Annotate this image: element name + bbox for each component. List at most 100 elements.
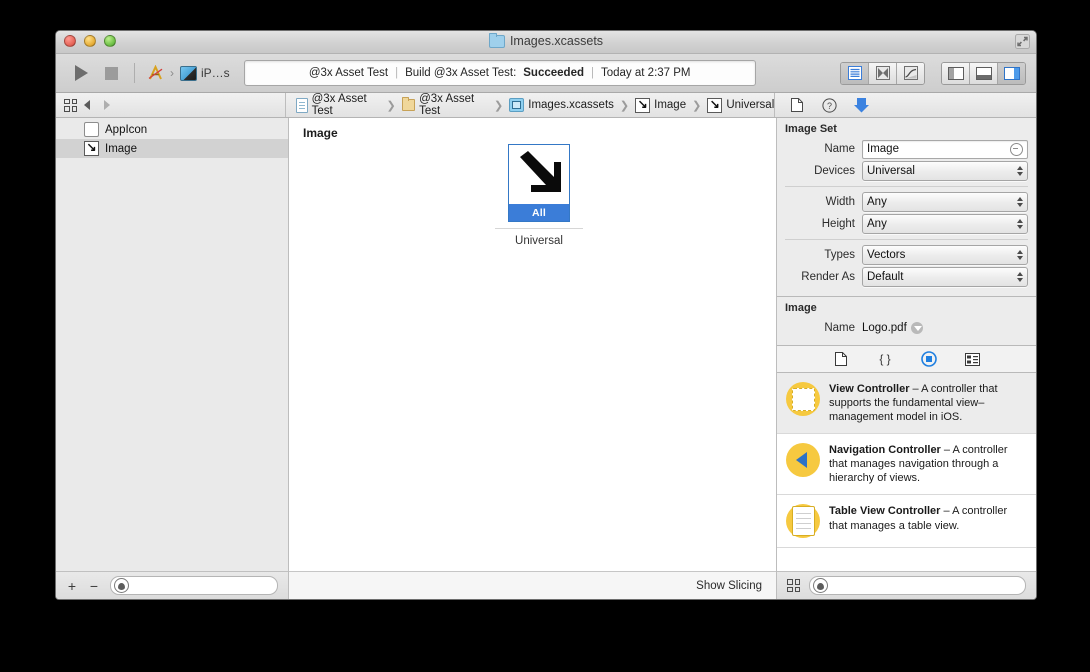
- expand-icon[interactable]: [1015, 34, 1030, 49]
- width-label: Width: [825, 196, 855, 208]
- height-popup[interactable]: Any: [862, 214, 1028, 234]
- xcode-window: Images.xcassets › iP…s @3x Asset Test | …: [55, 30, 1037, 600]
- render-as-row: Render As Default: [777, 266, 1036, 288]
- asset-filter-input[interactable]: [110, 576, 278, 595]
- status-activity: Build @3x Asset Test:: [405, 67, 517, 79]
- breadcrumb-chevron-icon: ❯: [386, 99, 396, 112]
- add-asset-button[interactable]: +: [66, 579, 78, 593]
- status-project: @3x Asset Test: [308, 67, 389, 79]
- library-item-text: Table View Controller – A controller tha…: [829, 504, 1026, 532]
- sidebar-item-appicon[interactable]: AppIcon: [56, 120, 288, 139]
- run-button[interactable]: [66, 61, 96, 85]
- reveal-in-finder-icon[interactable]: [910, 322, 923, 334]
- image-name-value-group: Logo.pdf: [862, 322, 1028, 334]
- library-item-text: View Controller – A controller that supp…: [829, 382, 1026, 424]
- slot-divider: [495, 228, 583, 229]
- library-grid-icon[interactable]: [787, 579, 800, 592]
- breadcrumb-label: Image: [654, 99, 687, 111]
- version-editor-button[interactable]: [897, 62, 924, 84]
- render-as-label: Render As: [801, 271, 855, 283]
- object-library-tab[interactable]: [920, 350, 938, 368]
- object-library-list[interactable]: View Controller – A controller that supp…: [777, 373, 1036, 571]
- breadcrumb-chevron-icon: ❯: [619, 99, 630, 112]
- library-item-text: Navigation Controller – A controller tha…: [829, 443, 1026, 485]
- library-selector-bar: { }: [777, 345, 1036, 373]
- breadcrumb-item-imageset[interactable]: Image: [635, 97, 687, 113]
- stop-square-icon: [104, 66, 118, 80]
- height-popup-value: Any: [867, 218, 887, 230]
- chevron-up-down-icon: [1017, 272, 1023, 282]
- window-titlebar: Images.xcassets: [56, 31, 1036, 54]
- width-popup-value: Any: [867, 196, 887, 208]
- stop-button[interactable]: [96, 61, 126, 85]
- breadcrumb-chevron-icon: ❯: [494, 99, 504, 112]
- toggle-navigator-button[interactable]: [942, 62, 970, 84]
- library-item-table-view-controller[interactable]: Table View Controller – A controller tha…: [777, 495, 1036, 549]
- library-filter-input[interactable]: [809, 576, 1026, 595]
- svg-text:{ }: { }: [879, 352, 890, 366]
- breadcrumb-label: Universal: [726, 99, 775, 111]
- sidebar-item-image[interactable]: Image: [56, 139, 288, 158]
- breadcrumb-item-xcassets[interactable]: Images.xcassets: [509, 98, 614, 112]
- device-icon: [180, 65, 197, 81]
- assets-navigator: AppIcon Image + −: [56, 118, 289, 599]
- back-arrow-icon[interactable]: [77, 100, 97, 110]
- code-snippet-library-tab[interactable]: { }: [876, 350, 894, 368]
- show-slicing-button[interactable]: Show Slicing: [696, 580, 762, 592]
- editor-mode-segments: [840, 61, 925, 85]
- image-name-row: Name Logo.pdf: [777, 317, 1036, 339]
- width-row: Width Any: [777, 191, 1036, 213]
- media-library-tab[interactable]: [964, 350, 982, 368]
- breadcrumb-label: @3x Asset Test: [311, 93, 367, 117]
- sidebar-item-label: AppIcon: [105, 123, 148, 136]
- main-toolbar: › iP…s @3x Asset Test | Build @3x Asset …: [56, 54, 1036, 93]
- library-item-navigation-controller[interactable]: Navigation Controller – A controller tha…: [777, 434, 1036, 496]
- quick-help-inspector-tab[interactable]: ?: [821, 97, 837, 113]
- imageset-icon: [635, 97, 651, 113]
- file-inspector-tab[interactable]: [789, 97, 805, 113]
- standard-editor-button[interactable]: [841, 62, 869, 84]
- file-template-library-tab[interactable]: [832, 350, 850, 368]
- devices-popup[interactable]: Universal: [862, 161, 1028, 181]
- render-as-popup[interactable]: Default: [862, 267, 1028, 287]
- devices-popup-value: Universal: [867, 165, 915, 177]
- xcode-app-icon: [147, 64, 164, 82]
- library-item-dash: –: [940, 505, 953, 518]
- scheme-separator: ›: [170, 66, 174, 80]
- breadcrumb-item-project[interactable]: @3x Asset Test: [296, 93, 381, 117]
- imageset-icon: [84, 140, 99, 156]
- name-field[interactable]: Image: [862, 139, 1028, 159]
- clear-icon[interactable]: [1010, 142, 1023, 156]
- library-item-title: Table View Controller: [829, 505, 941, 518]
- types-popup[interactable]: Vectors: [862, 245, 1028, 265]
- assistant-editor-button[interactable]: [869, 62, 897, 84]
- view-controller-icon: [786, 382, 820, 416]
- toggle-utilities-button[interactable]: [998, 62, 1025, 84]
- editor-bottom-bar: Show Slicing: [289, 571, 776, 599]
- chevron-up-down-icon: [1017, 250, 1023, 260]
- toggle-debug-area-button[interactable]: [970, 62, 998, 84]
- forward-arrow-icon[interactable]: [97, 100, 117, 110]
- window-title: Images.xcassets: [56, 32, 1036, 48]
- remove-asset-button[interactable]: −: [88, 579, 100, 593]
- folder-icon: [488, 32, 505, 48]
- width-popup[interactable]: Any: [862, 192, 1028, 212]
- related-items-icon[interactable]: [64, 98, 77, 112]
- name-row: Name Image: [777, 138, 1036, 160]
- status-time: Today at 2:37 PM: [601, 67, 691, 79]
- library-item-view-controller[interactable]: View Controller – A controller that supp…: [777, 373, 1036, 435]
- asset-slot-universal[interactable]: All: [508, 144, 570, 222]
- sidebar-item-label: Image: [105, 142, 137, 155]
- breadcrumb: @3x Asset Test ❯ @3x Asset Test ❯ Images…: [286, 93, 774, 117]
- image-name-value: Logo.pdf: [862, 322, 907, 334]
- asset-editor: Image All Universal Show Slicing: [289, 118, 776, 599]
- breadcrumb-label: @3x Asset Test: [419, 93, 475, 117]
- filter-lens-icon: [813, 578, 828, 593]
- scheme-selector[interactable]: › iP…s: [143, 64, 234, 82]
- breadcrumb-item-group[interactable]: @3x Asset Test: [401, 93, 488, 117]
- breadcrumb-item-universal[interactable]: Universal: [707, 97, 775, 113]
- attributes-inspector-tab[interactable]: [853, 97, 869, 113]
- destination-label: iP…s: [201, 66, 230, 80]
- library-bottom-bar: [777, 571, 1036, 599]
- status-separator-2: |: [591, 67, 594, 79]
